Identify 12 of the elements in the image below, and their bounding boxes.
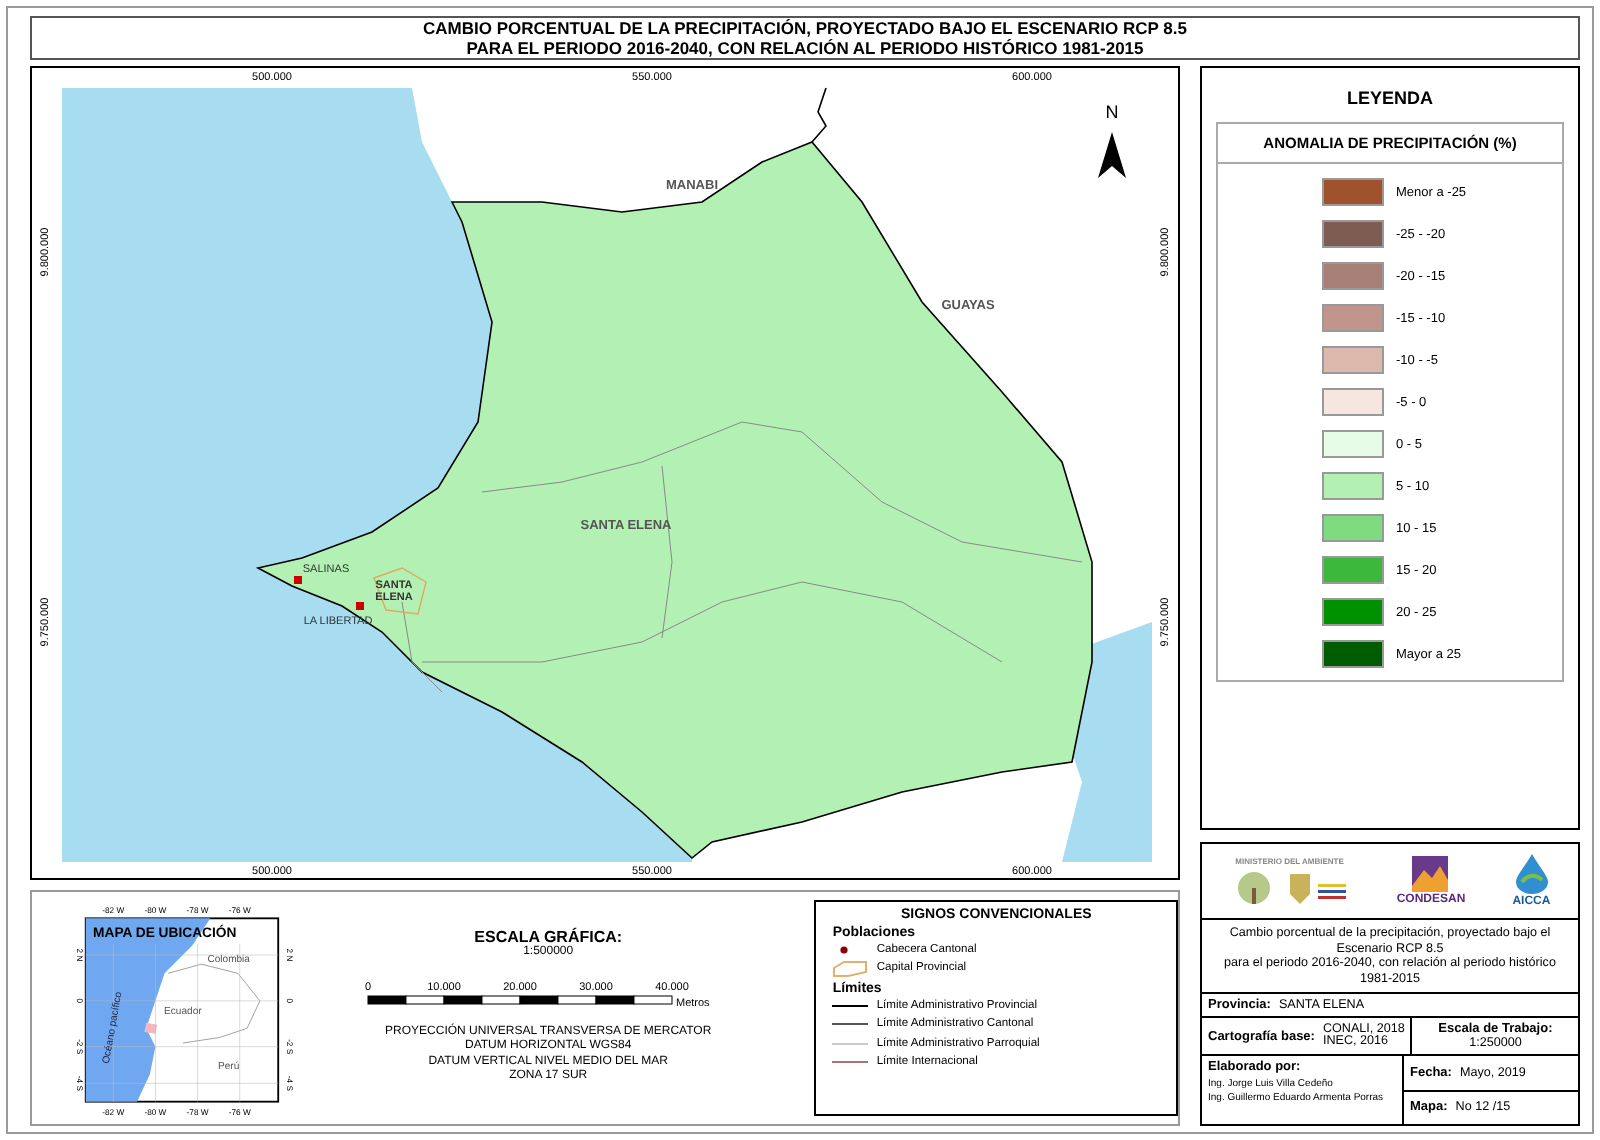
water-drop-logo-icon: [1515, 854, 1548, 894]
town-marker: [356, 602, 364, 610]
capital-outline: [373, 567, 427, 615]
north-label: N: [1105, 102, 1119, 122]
town-marker: [294, 576, 302, 584]
legend-title: LEYENDA: [1344, 88, 1435, 108]
north-arrow-icon: [1098, 132, 1126, 178]
mountain-logo-icon: [1412, 856, 1449, 892]
map-title: PARA EL PERIODO 2016-2040, CON RELACIÓN AL PERIODO HISTÓRICO 1981-2015: [466, 38, 1144, 58]
map-title: CAMBIO PORCENTUAL DE LA PRECIPITACIÓN, PROYECTADO BAJO EL ESCENARIO RCP 8.5: [423, 18, 1187, 38]
provincial-boundary: [811, 87, 827, 143]
scale-title: ESCALA GRÁFICA:: [474, 928, 623, 946]
